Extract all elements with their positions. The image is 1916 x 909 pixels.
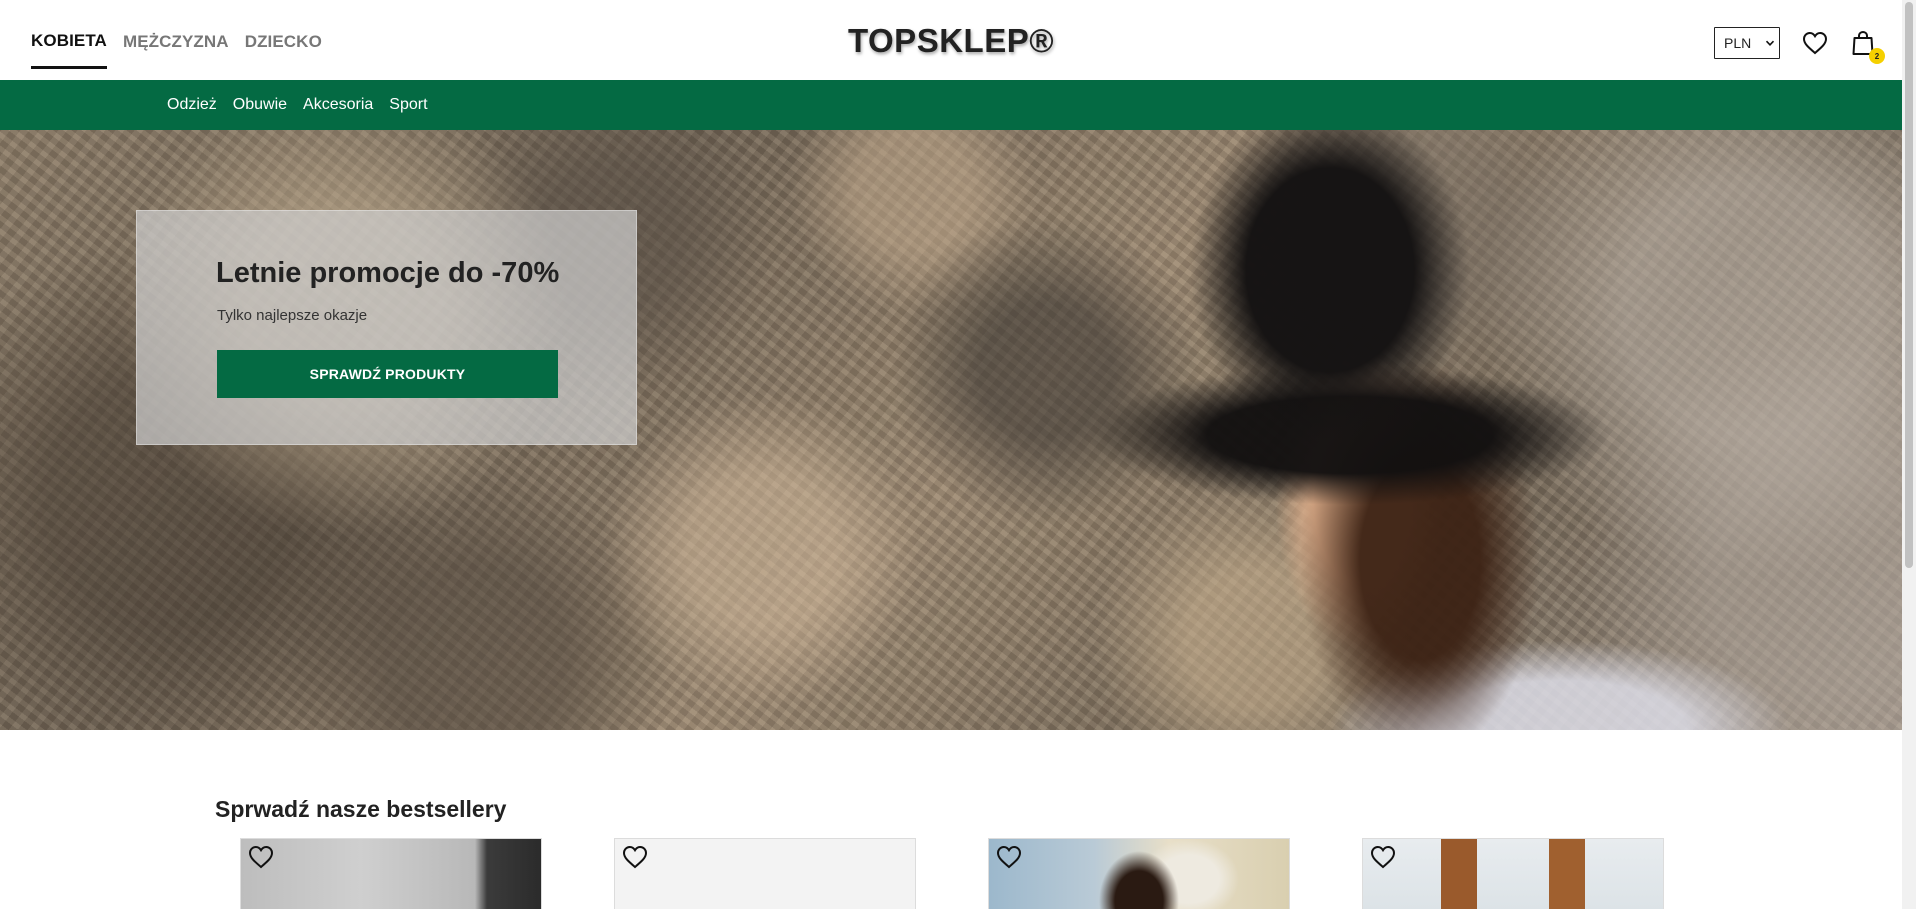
add-to-wishlist-button[interactable] (995, 843, 1023, 871)
heart-icon (622, 845, 648, 869)
add-to-wishlist-button[interactable] (621, 843, 649, 871)
cart-button[interactable]: 2 (1850, 30, 1885, 64)
chevron-down-icon (1765, 40, 1775, 46)
hero-banner: Letnie promocje do -70% Tylko najlepsze … (0, 130, 1902, 730)
bestsellers-title: Sprwadź nasze bestsellery (215, 796, 507, 822)
product-image[interactable] (989, 839, 1289, 909)
category-nav: Odzież Obuwie Akcesoria Sport (0, 80, 1902, 130)
product-card[interactable] (240, 838, 542, 909)
check-products-button[interactable]: SPRAWDŹ PRODUKTY (217, 350, 558, 398)
currency-value: PLN (1724, 35, 1752, 51)
category-odziez[interactable]: Odzież (167, 96, 217, 114)
hero-promo-box: Letnie promocje do -70% Tylko najlepsze … (136, 210, 637, 445)
add-to-wishlist-button[interactable] (1369, 843, 1397, 871)
page-scrollbar[interactable] (1902, 0, 1916, 909)
product-image[interactable] (1363, 839, 1663, 909)
header-actions: PLN 2 (1714, 26, 1902, 64)
heart-icon (996, 845, 1022, 869)
product-card[interactable] (614, 838, 916, 909)
category-akcesoria[interactable]: Akcesoria (303, 96, 373, 114)
heart-icon (1802, 31, 1828, 55)
hero-title: Letnie promocje do -70% (216, 257, 560, 289)
currency-select[interactable]: PLN (1714, 27, 1780, 59)
site-header: KOBIETA MĘŻCZYZNA DZIECKO TOPSKLEP® PLN … (0, 0, 1902, 80)
product-card[interactable] (988, 838, 1290, 909)
hero-subtitle: Tylko najlepsze okazje (217, 307, 368, 324)
cart-count-badge: 2 (1869, 48, 1885, 64)
category-sport[interactable]: Sport (389, 96, 427, 114)
wishlist-button[interactable] (1802, 30, 1828, 56)
category-obuwie[interactable]: Obuwie (233, 96, 287, 114)
scrollbar-thumb[interactable] (1905, 2, 1913, 568)
heart-icon (248, 845, 274, 869)
site-logo[interactable]: TOPSKLEP® (0, 22, 1902, 60)
product-image[interactable] (241, 839, 541, 909)
add-to-wishlist-button[interactable] (247, 843, 275, 871)
product-card[interactable] (1362, 838, 1664, 909)
product-image[interactable] (615, 839, 915, 909)
heart-icon (1370, 845, 1396, 869)
